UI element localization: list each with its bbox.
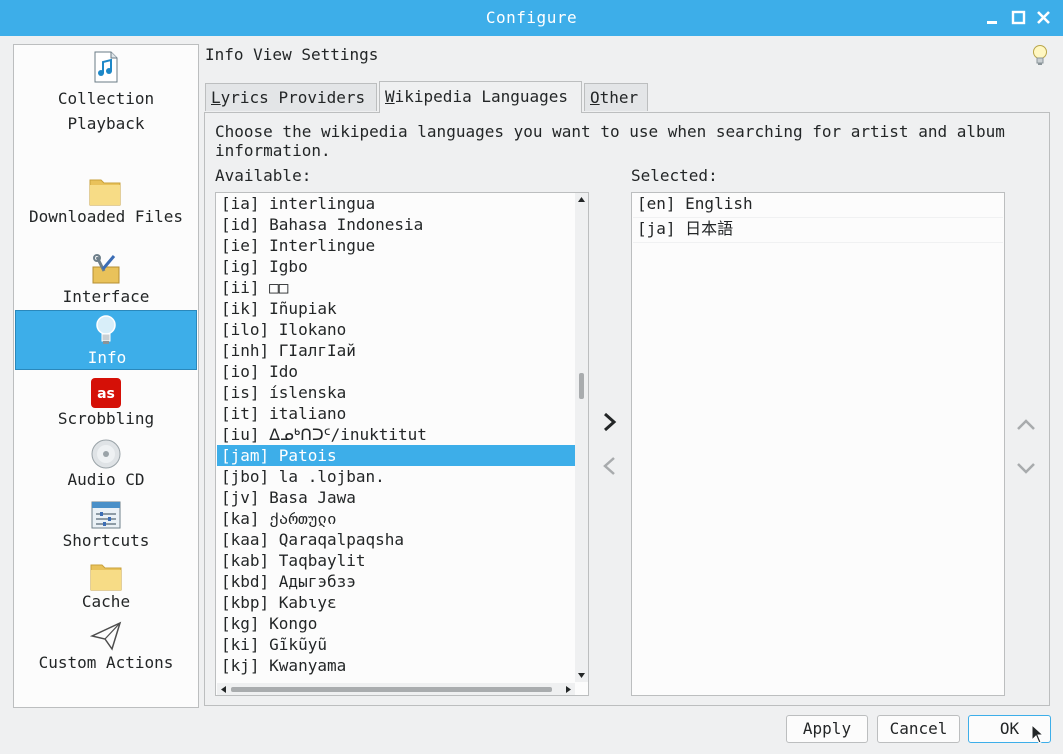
list-item[interactable]: [ka] ქართული [217, 508, 576, 529]
sidebar-item-scrobbling[interactable]: as Scrobbling [15, 375, 197, 433]
list-item[interactable]: [kbp] Kabɩyɛ [217, 592, 576, 613]
available-label: Available: [215, 166, 312, 185]
page-title: Info View Settings [205, 45, 379, 64]
paper-plane-icon [90, 621, 122, 651]
list-item[interactable]: [kj] Kwanyama [217, 655, 576, 676]
list-item[interactable]: [kg] Kongo [217, 613, 576, 634]
scroll-left-icon[interactable] [220, 685, 227, 694]
list-item[interactable]: [ik] Iñupiak [217, 298, 576, 319]
folder-icon [89, 179, 121, 206]
sidebar-item-playback[interactable]: Playback [15, 111, 197, 139]
list-item[interactable]: [ie] Interlingue [217, 235, 576, 256]
tab-lyrics-providers[interactable]: Lyrics Providers [205, 83, 377, 111]
list-item[interactable]: [kbd] Адыгэбзэ [217, 571, 576, 592]
list-item[interactable]: [inh] ГӀалгӀай [217, 340, 576, 361]
scrollbar-thumb[interactable] [231, 687, 552, 692]
list-item[interactable]: [en] English [633, 193, 1003, 218]
list-item[interactable]: [ia] interlingua [217, 193, 576, 214]
sidebar-item-cache[interactable]: Cache [15, 559, 197, 617]
tab-label: ther [599, 88, 639, 107]
tab-label: yrics Providers [220, 88, 366, 107]
description: Choose the wikipedia languages you want … [215, 122, 1005, 160]
move-down-icon[interactable] [1013, 455, 1039, 481]
sidebar-item-custom-actions[interactable]: Custom Actions [15, 619, 197, 677]
list-item[interactable]: [is] íslenska [217, 382, 576, 403]
window-title: Configure [485, 8, 578, 27]
minimize-icon[interactable] [984, 9, 1002, 27]
sliders-icon [91, 501, 121, 529]
scrollbar-thumb[interactable] [579, 373, 584, 399]
sidebar-item-audio-cd[interactable]: Audio CD [15, 437, 197, 495]
close-icon[interactable] [1035, 9, 1053, 27]
list-item[interactable]: [it] italiano [217, 403, 576, 424]
tools-icon [92, 254, 120, 284]
list-item[interactable]: [kab] Taqbaylit [217, 550, 576, 571]
lightbulb-icon [96, 315, 116, 344]
add-language-arrow-icon[interactable] [597, 409, 623, 435]
folder-icon [90, 564, 122, 591]
list-item[interactable]: [jv] Basa Jawa [217, 487, 576, 508]
tab-label: ikipedia Languages [394, 87, 569, 106]
list-item[interactable]: [jam] Patois [217, 445, 576, 466]
cancel-button[interactable]: Cancel [877, 715, 960, 743]
mouse-cursor-icon [1031, 724, 1045, 744]
lastfm-icon: as [91, 378, 121, 408]
list-item[interactable]: [id] Bahasa Indonesia [217, 214, 576, 235]
music-file-icon [94, 51, 118, 83]
sidebar-item-info[interactable]: Info [15, 310, 197, 370]
svg-text:as: as [97, 386, 115, 402]
tab-other[interactable]: Other [584, 83, 648, 111]
available-horizontal-scrollbar[interactable] [217, 683, 575, 695]
list-item[interactable]: [ii] □□ [217, 277, 576, 298]
sidebar-item-collection[interactable]: Collection [15, 49, 197, 111]
apply-button[interactable]: Apply [786, 715, 868, 743]
sidebar-item-interface[interactable]: Interface [15, 251, 197, 309]
cd-icon [91, 439, 121, 469]
list-item[interactable]: [kaa] Qaraqalpaqsha [217, 529, 576, 550]
list-item[interactable]: [ig] Igbo [217, 256, 576, 277]
scroll-up-icon[interactable] [577, 196, 586, 203]
list-item[interactable]: [ki] Gĩkũyũ [217, 634, 576, 655]
list-item[interactable]: [iu] ᐃᓄᒃᑎᑐᑦ/inuktitut [217, 424, 576, 445]
title-bar: Configure [0, 0, 1063, 36]
tab-wikipedia-languages[interactable]: Wikipedia Languages [379, 81, 582, 113]
list-item[interactable]: [io] Ido [217, 361, 576, 382]
sidebar-item-shortcuts[interactable]: Shortcuts [15, 498, 197, 556]
scroll-down-icon[interactable] [577, 672, 586, 679]
remove-language-arrow-icon[interactable] [597, 453, 623, 479]
lightbulb-icon[interactable] [1030, 44, 1050, 68]
move-up-icon[interactable] [1013, 412, 1039, 438]
available-list[interactable]: [ia] interlingua [id] Bahasa Indonesia [ie… [215, 192, 589, 696]
list-item[interactable]: [jbo] la .lojban. [217, 466, 576, 487]
list-item[interactable]: [ilo] Ilokano [217, 319, 576, 340]
sidebar-item-downloaded-files[interactable]: Downloaded Files [15, 175, 197, 245]
scroll-right-icon[interactable] [565, 685, 572, 694]
available-vertical-scrollbar[interactable] [575, 193, 588, 682]
selected-list[interactable]: [en] English [ja] 日本語 [631, 192, 1005, 696]
list-item[interactable]: [ja] 日本語 [633, 218, 1003, 243]
maximize-icon[interactable] [1010, 9, 1028, 27]
selected-label: Selected: [631, 166, 718, 185]
sidebar: Collection Playback Downloaded Files Int… [13, 44, 199, 708]
